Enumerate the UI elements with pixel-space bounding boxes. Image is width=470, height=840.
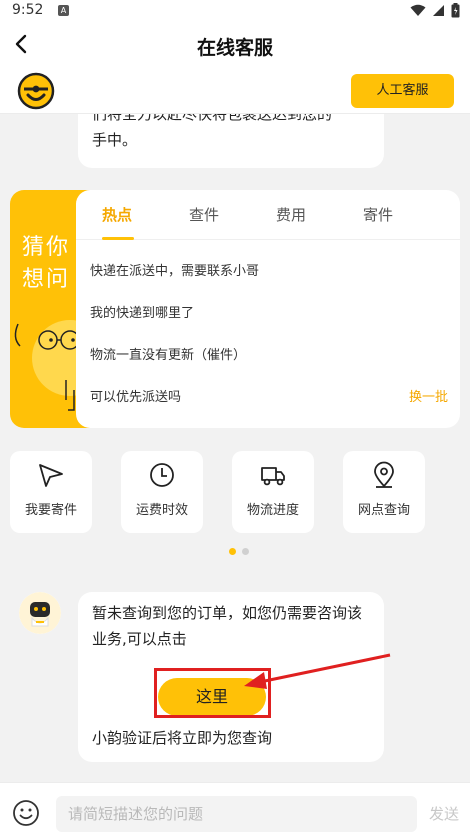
faq-question[interactable]: 我的快递到哪里了 [90,302,194,321]
tab-shipping[interactable]: 寄件 [343,204,413,225]
truck-icon [261,467,285,486]
faq-question[interactable]: 可以优先派送吗 [90,386,181,405]
service-shipping-time[interactable]: 运费时效 [121,451,203,533]
previous-message-line: 们将全力以赴尽快将包裹送达到您的 [92,114,333,123]
previous-message-bubble: 们将全力以赴尽快将包裹送达到您的 手中。 [78,114,384,168]
faq-card: 猜你 想问 热点 查件 费用 寄件 快递在派送中，需要联系小哥 我的快递到哪里了… [10,190,460,428]
bot-avatar [19,592,61,634]
pager-dot [242,548,249,555]
faq-question[interactable]: 快递在派送中，需要联系小哥 [90,260,259,279]
emoji-icon[interactable] [12,799,40,827]
faq-question[interactable]: 物流一直没有更新（催件） [90,344,246,363]
robot-avatar-icon [19,592,61,634]
service-bar: 人工客服 [0,68,470,114]
faq-tabs: 热点 查件 费用 寄件 [76,190,460,240]
signal-icon [433,5,444,16]
bot-message-text: 暂未查询到您的订单，如您仍需要咨询该业务,可以点击 [92,604,363,648]
wifi-icon [410,4,426,16]
human-service-button[interactable]: 人工客服 [351,74,454,108]
service-label: 运费时效 [135,503,188,518]
service-send-package[interactable]: 我要寄件 [10,451,92,533]
status-bar: 9:52 A [0,0,470,22]
system-icons [410,3,460,18]
faq-side-title-line: 猜你 [22,235,71,260]
annotation-arrow [244,653,391,689]
active-tab-indicator [102,237,134,240]
clock-icon [150,463,174,487]
faq-panel: 热点 查件 费用 寄件 快递在派送中，需要联系小哥 我的快递到哪里了 物流一直没… [76,190,460,428]
refresh-questions-link[interactable]: 换一批 [409,386,448,405]
bot-message-footer: 小韵验证后将立即为您查询 [92,729,273,747]
pager-dot-active [229,548,236,555]
tab-tracking[interactable]: 查件 [169,204,239,225]
send-button[interactable]: 发送 [429,803,459,824]
brand-logo-icon [17,72,55,110]
notification-app-icon: A [58,5,69,16]
status-time: 9:52 [12,2,44,18]
service-label: 网点查询 [357,503,410,518]
page-title: 在线客服 [196,37,273,59]
service-branch-lookup[interactable]: 网点查询 [343,451,425,533]
faq-side-title: 猜你 想问 [22,232,70,296]
service-label: 物流进度 [246,503,299,518]
title-bar: 在线客服 [0,22,470,68]
paper-plane-icon [39,464,63,487]
input-bar: 发送 [0,782,470,840]
previous-message-line: 手中。 [92,131,138,149]
tab-hot[interactable]: 热点 [82,204,152,225]
service-label: 我要寄件 [24,503,77,518]
service-logistics-progress[interactable]: 物流进度 [232,451,314,533]
pager-dots [229,548,249,555]
battery-icon [451,3,460,18]
tab-fees[interactable]: 费用 [256,204,326,225]
location-pin-icon [374,461,394,488]
faq-side-title-line: 想问 [22,267,71,292]
message-input[interactable] [56,796,417,832]
